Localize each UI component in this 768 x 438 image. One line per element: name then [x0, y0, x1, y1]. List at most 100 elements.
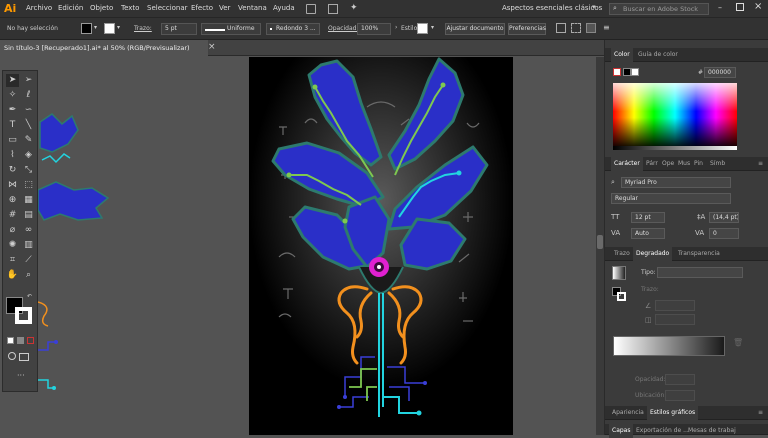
- tab-export[interactable]: Exportación de ...: [633, 424, 692, 438]
- gradient-aspect-field[interactable]: [655, 314, 695, 325]
- font-size-field[interactable]: 12 pt: [631, 212, 665, 223]
- menu-ventana[interactable]: Ventana: [238, 4, 267, 12]
- curvature-tool-icon[interactable]: ∽: [22, 104, 35, 117]
- slice-tool-icon[interactable]: ⟋: [22, 254, 35, 267]
- tab-gradient[interactable]: Degradado: [633, 247, 673, 261]
- width-tool-icon[interactable]: ⋈: [6, 179, 19, 192]
- gradient-opacity-field[interactable]: [665, 374, 695, 385]
- magic-wand-tool-icon[interactable]: ✧: [6, 89, 19, 102]
- gradient-angle-field[interactable]: [655, 300, 695, 311]
- workspace-switcher[interactable]: Aspectos esenciales clásicos: [502, 4, 602, 12]
- color-spectrum-bw[interactable]: [613, 146, 737, 150]
- arrange-documents-icon[interactable]: [328, 4, 338, 14]
- color-mode-icon[interactable]: [7, 337, 14, 344]
- menu-ayuda[interactable]: Ayuda: [273, 4, 295, 12]
- type-tool-icon[interactable]: T: [6, 119, 19, 132]
- tab-stroke[interactable]: Trazo: [611, 247, 633, 261]
- lasso-tool-icon[interactable]: ℓ: [22, 89, 35, 102]
- gradient-preview-swatch[interactable]: [612, 266, 626, 280]
- shape-builder-tool-icon[interactable]: ⊕: [6, 194, 19, 207]
- free-transform-tool-icon[interactable]: ⬚: [22, 179, 35, 192]
- search-input[interactable]: Buscar en Adobe Stock: [623, 5, 698, 13]
- perspective-grid-tool-icon[interactable]: ▦: [22, 194, 35, 207]
- menu-edicion[interactable]: Edición: [58, 4, 83, 12]
- screen-mode-icon[interactable]: [19, 353, 29, 361]
- maximize-icon[interactable]: [736, 3, 744, 11]
- draw-mode-icon[interactable]: [8, 352, 16, 360]
- opacity-field[interactable]: 100%: [357, 23, 391, 35]
- paintbrush-tool-icon[interactable]: ✎: [22, 134, 35, 147]
- canvas-scrollbar[interactable]: [596, 57, 604, 435]
- symbol-sprayer-tool-icon[interactable]: ✺: [6, 239, 19, 252]
- tab-close-icon[interactable]: ×: [208, 42, 216, 52]
- mesh-tool-icon[interactable]: #: [6, 209, 19, 222]
- align-document-button[interactable]: Ajustar documento: [445, 23, 505, 35]
- artboard[interactable]: [249, 57, 513, 435]
- gpu-icon[interactable]: ✦: [350, 3, 358, 13]
- close-icon[interactable]: ×: [754, 1, 762, 12]
- scale-tool-icon[interactable]: ⤡: [22, 164, 35, 177]
- panel-menu-icon[interactable]: ≡: [603, 23, 610, 32]
- stroke-chevron-icon[interactable]: ▾: [117, 24, 120, 31]
- hex-field[interactable]: 000000: [704, 67, 736, 78]
- tab-symbols[interactable]: Símb: [707, 157, 728, 171]
- pen-tool-icon[interactable]: ✒: [6, 104, 19, 117]
- more-tools-icon[interactable]: ···: [17, 371, 25, 380]
- shaper-tool-icon[interactable]: ⌇: [6, 149, 19, 162]
- align-grid-icon[interactable]: [556, 23, 566, 33]
- menu-ver[interactable]: Ver: [219, 4, 230, 12]
- zoom-tool-icon[interactable]: ⌕: [22, 269, 35, 282]
- document-tab[interactable]: Sin título-3 [Recuperado1].ai* al 50% (R…: [0, 40, 208, 56]
- preferences-button[interactable]: Preferencias: [508, 23, 546, 35]
- color-spectrum[interactable]: [613, 83, 737, 146]
- color-white-swatch[interactable]: [631, 68, 639, 76]
- gradient-type-select[interactable]: [657, 267, 743, 278]
- menu-objeto[interactable]: Objeto: [90, 4, 113, 12]
- menu-texto[interactable]: Texto: [121, 4, 139, 12]
- gradient-stroke-icon[interactable]: [617, 292, 626, 301]
- app-logo[interactable]: Ai: [4, 2, 16, 15]
- selection-tool-icon[interactable]: ➤: [6, 74, 19, 87]
- minimize-icon[interactable]: –: [718, 3, 722, 12]
- color-fill-icon[interactable]: [613, 68, 621, 76]
- style-chevron-icon[interactable]: ▾: [431, 24, 434, 31]
- panel-menu-icon[interactable]: ≡: [755, 157, 766, 171]
- rotate-tool-icon[interactable]: ↻: [6, 164, 19, 177]
- tab-artboards[interactable]: Mesas de trabaj: [685, 424, 739, 438]
- hand-tool-icon[interactable]: ✋: [6, 269, 19, 282]
- stroke-profile-select[interactable]: Uniforme: [201, 23, 261, 35]
- menu-seleccionar[interactable]: Seleccionar: [147, 4, 188, 12]
- line-tool-icon[interactable]: ╲: [22, 119, 35, 132]
- tab-transparency[interactable]: Transparencia: [675, 247, 723, 261]
- menu-archivo[interactable]: Archivo: [26, 4, 52, 12]
- leading-field[interactable]: (14,4 pt): [709, 212, 739, 223]
- stroke-weight-field[interactable]: 5 pt: [161, 23, 197, 35]
- font-style-select[interactable]: Regular: [611, 193, 731, 204]
- direct-selection-tool-icon[interactable]: ➢: [22, 74, 35, 87]
- rectangle-tool-icon[interactable]: ▭: [6, 134, 19, 147]
- gradient-location-field[interactable]: [665, 390, 695, 401]
- tab-layers[interactable]: Capas: [609, 424, 634, 438]
- color-black-swatch[interactable]: [623, 68, 631, 76]
- bridge-icon[interactable]: [306, 4, 316, 14]
- gradient-tool-icon[interactable]: ▤: [22, 209, 35, 222]
- eraser-tool-icon[interactable]: ◈: [22, 149, 35, 162]
- fill-swatch[interactable]: [81, 23, 92, 34]
- graph-tool-icon[interactable]: ▥: [22, 239, 35, 252]
- stock-search-field[interactable]: ⌕ Buscar en Adobe Stock: [609, 3, 709, 15]
- tab-appearance[interactable]: Apariencia: [609, 406, 647, 420]
- panel-menu-icon-2[interactable]: ≡: [755, 406, 766, 420]
- gradient-slider-bar[interactable]: [613, 336, 725, 356]
- none-mode-icon[interactable]: [27, 337, 34, 344]
- style-swatch[interactable]: [417, 23, 428, 34]
- fill-chevron-icon[interactable]: ▾: [94, 24, 97, 31]
- tab-character[interactable]: Carácter: [611, 157, 643, 171]
- gradient-mode-icon[interactable]: [17, 337, 24, 344]
- stroke-swatch[interactable]: [104, 23, 115, 34]
- blend-tool-icon[interactable]: ∞: [22, 224, 35, 237]
- transform-icon[interactable]: [571, 23, 581, 33]
- tab-graphic-styles[interactable]: Estilos gráficos: [647, 406, 699, 420]
- menu-efecto[interactable]: Efecto: [191, 4, 213, 12]
- font-family-select[interactable]: Myriad Pro: [621, 177, 731, 188]
- eyedropper-tool-icon[interactable]: ⌀: [6, 224, 19, 237]
